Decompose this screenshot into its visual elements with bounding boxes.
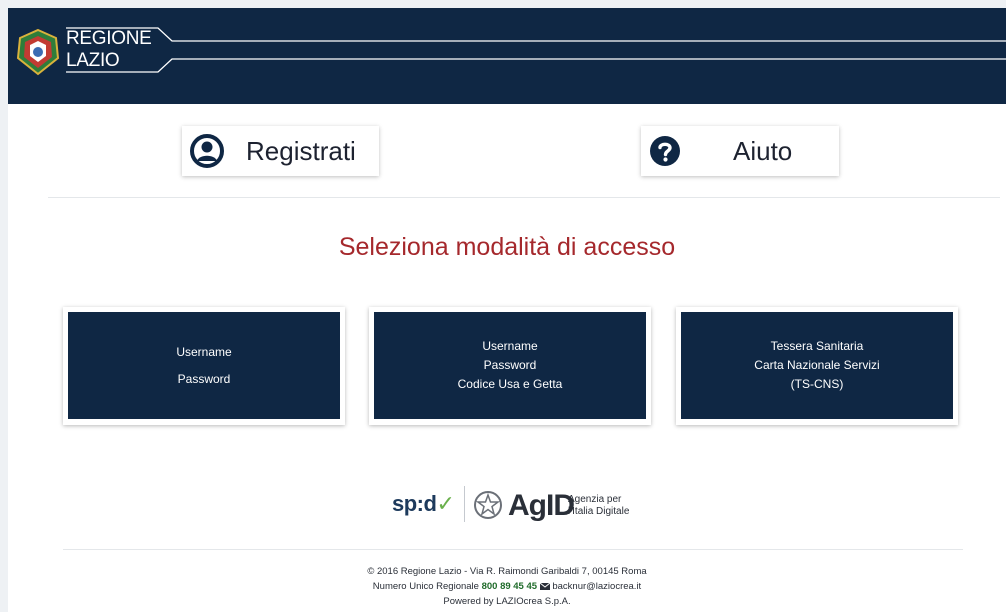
card-line: Password (177, 371, 231, 386)
brand[interactable]: REGIONE LAZIO (66, 28, 152, 72)
logo-separator (464, 486, 465, 522)
card-line: Tessera Sanitaria (770, 339, 864, 353)
phone-label: Numero Unico Regionale (372, 581, 479, 592)
access-card-codice-usa-getta[interactable]: Username Password Codice Usa e Getta (369, 307, 651, 425)
email-link[interactable]: backnur@laziocrea.it (552, 581, 641, 592)
agid-sub-line-1: Agenzia per (568, 494, 622, 505)
card-line: (TS-CNS) (790, 377, 844, 391)
access-card-body[interactable]: Tessera Sanitaria Carta Nazionale Serviz… (681, 312, 953, 419)
access-card-ts-cns[interactable]: Tessera Sanitaria Carta Nazionale Serviz… (676, 307, 958, 425)
footer-address: © 2016 Regione Lazio - Via R. Raimondi G… (367, 566, 647, 577)
access-card-username-password[interactable]: Username Password (63, 307, 345, 425)
page-title: Seleziona modalità di accesso (338, 233, 676, 261)
footer: © 2016 Regione Lazio - Via R. Raimondi G… (8, 564, 1006, 609)
footer-contacts: Numero Unico Regionale 800 89 45 45 back… (8, 579, 1006, 594)
aiuto-label: Aiuto (733, 135, 793, 166)
agid-subtitle: Agenzia per l'Italia Digitale (568, 494, 629, 518)
aiuto-button[interactable]: Aiuto (641, 126, 839, 176)
access-card-body[interactable]: Username Password Codice Usa e Getta (374, 312, 646, 419)
italian-republic-emblem-icon (474, 491, 502, 519)
envelope-icon (539, 582, 550, 590)
phone-number[interactable]: 800 89 45 45 (482, 581, 537, 592)
access-card-body[interactable]: Username Password (68, 312, 340, 419)
spid-logo: sp:d✓ (392, 491, 455, 517)
card-line: Carta Nazionale Servizi (754, 358, 880, 372)
card-line: Codice Usa e Getta (457, 377, 563, 391)
page: REGIONE LAZIO Registrati Aiuto Seleziona… (8, 8, 1006, 612)
spid-text: sp:d (392, 491, 437, 516)
header: REGIONE LAZIO (8, 8, 1006, 104)
footer-powered-by: Powered by LAZIOcrea S.p.A. (443, 596, 571, 607)
question-circle-icon (650, 136, 680, 166)
card-line: Password (483, 358, 537, 372)
agid-name: AgID (508, 489, 575, 522)
registrati-label: Registrati (246, 135, 356, 166)
brand-line-2: LAZIO (66, 50, 120, 71)
footer-divider (63, 549, 963, 550)
divider (48, 197, 1000, 198)
header-decoration (66, 27, 1006, 73)
user-circle-icon (190, 134, 224, 168)
regione-lazio-emblem-icon[interactable] (16, 28, 60, 76)
spid-check-icon: ✓ (436, 491, 455, 516)
brand-line-1: REGIONE (66, 28, 152, 49)
card-line: Username (176, 344, 232, 359)
agid-sub-line-2: l'Italia Digitale (568, 506, 630, 517)
registrati-button[interactable]: Registrati (182, 126, 379, 176)
card-line: Username (482, 339, 538, 353)
